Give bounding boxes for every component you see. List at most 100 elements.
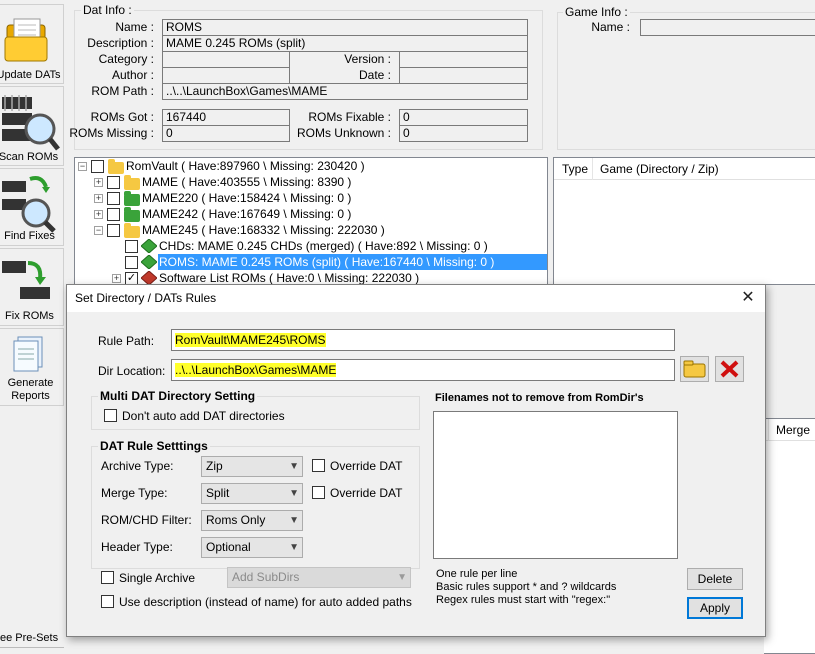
merge-type-select[interactable]: Split ▼ <box>201 483 303 504</box>
checkbox-box <box>312 486 325 499</box>
col-type-header[interactable]: Type <box>562 162 588 176</box>
fix-roms-label: Fix ROMs <box>5 310 54 322</box>
roms-checkbox[interactable] <box>125 256 138 269</box>
dat-tree[interactable]: − RomVault ( Have:897960 \ Missing: 2304… <box>74 157 548 285</box>
rom-path-label: ROM Path : <box>91 84 154 98</box>
reports-icon <box>13 336 43 372</box>
hint-one-rule: One rule per line <box>436 568 518 580</box>
override-dat-label: Override DAT <box>330 486 403 500</box>
tree-presets-label: ee Pre-Sets <box>0 632 59 644</box>
tree-item-romvault[interactable]: RomVault ( Have:897960 \ Missing: 230420… <box>126 158 365 174</box>
column-divider <box>592 158 593 180</box>
roms-fixable-field: 0 <box>399 109 528 126</box>
game-list-panel[interactable]: Type Game (Directory / Zip) <box>553 157 815 285</box>
delete-button[interactable]: Delete <box>687 568 743 590</box>
rule-path-label: Rule Path: <box>98 334 155 348</box>
filenames-textarea[interactable] <box>433 411 678 559</box>
tree-item-mame[interactable]: MAME ( Have:403555 \ Missing: 8390 ) <box>142 174 351 190</box>
generate-reports-label: Generate Reports <box>7 377 54 402</box>
use-description-checkbox[interactable]: Use description (instead of name) for au… <box>101 595 412 609</box>
apply-button[interactable]: Apply <box>687 597 743 619</box>
game-info-title: Game Info : <box>563 5 630 19</box>
checkbox-box <box>101 595 114 608</box>
tree-item-chds[interactable]: CHDs: MAME 0.245 CHDs (merged) ( Have:89… <box>159 238 488 254</box>
dat-name-field: ROMS <box>162 19 528 36</box>
merge-type-value: Split <box>206 486 230 500</box>
folder-icon <box>683 360 706 378</box>
generate-reports-button[interactable]: Generate Reports <box>0 328 64 406</box>
tree-item-mame242[interactable]: MAME242 ( Have:167649 \ Missing: 0 ) <box>142 206 351 222</box>
chds-checkbox[interactable] <box>125 240 138 253</box>
mame242-checkbox[interactable] <box>107 208 120 221</box>
rom-chd-filter-select[interactable]: Roms Only ▼ <box>201 510 303 531</box>
rom-path-field: ..\..\LaunchBox\Games\MAME <box>162 83 528 100</box>
archive-type-select[interactable]: Zip ▼ <box>201 456 303 477</box>
expand-icon[interactable]: + <box>112 274 121 283</box>
dat-red-icon <box>141 271 157 284</box>
name-label: Name : <box>115 20 154 34</box>
collapse-icon[interactable]: − <box>78 162 87 171</box>
update-dats-button[interactable]: Update DATs <box>0 4 64 84</box>
tree-item-software-list[interactable]: Software List ROMs ( Have:0 \ Missing: 2… <box>159 270 419 284</box>
set-directory-dialog: Set Directory / DATs Rules ✕ Rule Path: … <box>66 284 766 637</box>
roms-unknown-field: 0 <box>399 125 528 142</box>
dont-auto-add-checkbox[interactable]: Don't auto add DAT directories <box>104 409 285 423</box>
col-game-header[interactable]: Game (Directory / Zip) <box>600 162 719 176</box>
archive-type-label: Archive Type: <box>101 459 174 473</box>
folder-icon <box>4 18 48 62</box>
folder-green-icon <box>124 191 140 206</box>
add-subdirs-value: Add SubDirs <box>232 570 300 584</box>
rom-list-panel[interactable]: Merge <box>764 418 815 654</box>
expand-icon[interactable]: + <box>94 210 103 219</box>
collapse-icon[interactable]: − <box>94 226 103 235</box>
override-dat-archive-checkbox[interactable]: Override DAT <box>312 459 402 473</box>
col-merge-header[interactable]: Merge <box>776 423 810 437</box>
roms-missing-label: ROMs Missing : <box>69 126 154 140</box>
use-description-label: Use description (instead of name) for au… <box>119 595 412 609</box>
mame-checkbox[interactable] <box>107 176 120 189</box>
mame220-checkbox[interactable] <box>107 192 120 205</box>
dont-auto-add-label: Don't auto add DAT directories <box>122 409 285 423</box>
tree-item-mame245[interactable]: MAME245 ( Have:168332 \ Missing: 222030 … <box>142 222 385 238</box>
header-type-value: Optional <box>206 540 251 554</box>
fix-chips-icon <box>2 261 50 299</box>
override-dat-label: Override DAT <box>330 459 403 473</box>
root-checkbox[interactable] <box>91 160 104 173</box>
fix-roms-button[interactable]: Fix ROMs <box>0 248 64 326</box>
column-divider <box>768 419 769 441</box>
close-icon[interactable]: ✕ <box>737 288 759 308</box>
expand-icon[interactable]: + <box>94 194 103 203</box>
rule-path-input[interactable]: RomVault\MAME245\ROMS <box>171 329 675 351</box>
scan-roms-button[interactable]: Scan ROMs <box>0 86 64 166</box>
header-type-label: Header Type: <box>101 540 173 554</box>
red-x-icon <box>720 360 739 378</box>
tree-item-mame220[interactable]: MAME220 ( Have:158424 \ Missing: 0 ) <box>142 190 351 206</box>
rom-chd-filter-value: Roms Only <box>206 513 266 527</box>
checkbox-box <box>312 459 325 472</box>
preset-strip <box>0 647 64 654</box>
description-field: MAME 0.245 ROMs (split) <box>162 35 528 52</box>
scan-roms-label: Scan ROMs <box>0 151 59 163</box>
expand-icon[interactable]: + <box>94 178 103 187</box>
roms-got-label: ROMs Got : <box>90 110 154 124</box>
chevron-down-icon: ▼ <box>397 572 407 583</box>
find-fixes-button[interactable]: Find Fixes <box>0 168 64 246</box>
date-field <box>399 67 528 84</box>
category-field <box>162 51 290 68</box>
single-archive-checkbox[interactable]: Single Archive <box>101 571 195 585</box>
mame245-checkbox[interactable] <box>107 224 120 237</box>
hint-wildcards: Basic rules support * and ? wildcards <box>436 581 617 593</box>
override-dat-merge-checkbox[interactable]: Override DAT <box>312 486 402 500</box>
game-name-label: Name : <box>591 20 630 34</box>
rom-chd-filter-label: ROM/CHD Filter: <box>101 513 192 527</box>
find-fixes-label: Find Fixes <box>4 230 55 242</box>
chevron-down-icon: ▼ <box>289 461 299 472</box>
browse-folder-button[interactable] <box>680 356 709 382</box>
tree-item-roms-selected[interactable]: ROMS: MAME 0.245 ROMs (split) ( Have:167… <box>158 254 547 270</box>
header-type-select[interactable]: Optional ▼ <box>201 537 303 558</box>
dir-location-input[interactable]: ..\..\LaunchBox\Games\MAME <box>171 359 675 381</box>
scan-chips-icon <box>2 95 60 151</box>
clear-dir-button[interactable] <box>715 356 744 382</box>
category-label: Category : <box>98 52 154 66</box>
dir-location-label: Dir Location: <box>98 364 166 378</box>
